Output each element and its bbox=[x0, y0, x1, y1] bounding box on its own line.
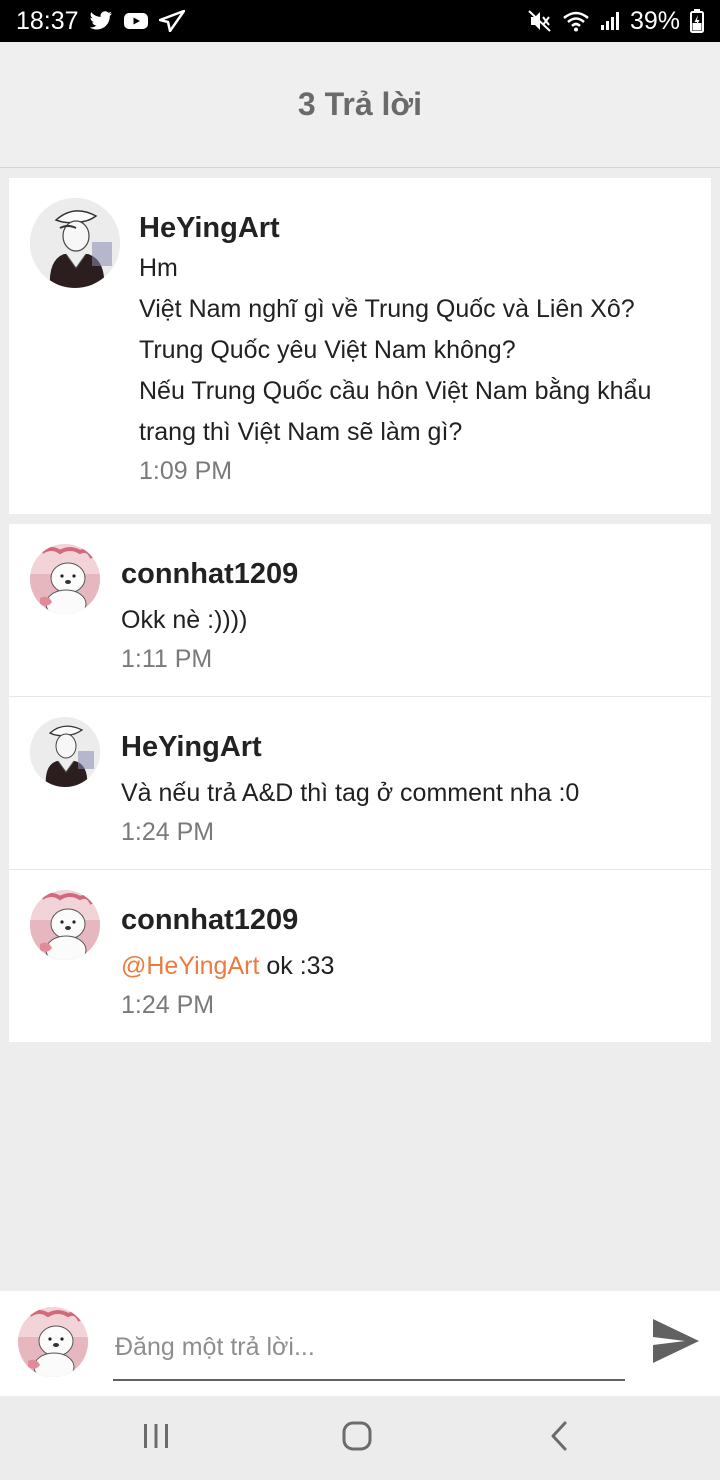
list-item: connhat1209 @HeYingArt ok :33 1:24 PM bbox=[9, 870, 711, 1043]
list-item: HeYingArt Và nếu trả A&D thì tag ở comme… bbox=[9, 697, 711, 870]
avatar[interactable] bbox=[30, 544, 100, 614]
send-arrow-icon bbox=[158, 10, 185, 32]
header: 3 Trả lời bbox=[0, 42, 720, 168]
avatar[interactable] bbox=[30, 198, 120, 288]
post-line: Hm bbox=[139, 254, 178, 282]
reply-text: Và nếu trả A&D thì tag ở comment nha :0 bbox=[121, 779, 580, 807]
post-author[interactable]: HeYingArt bbox=[139, 208, 697, 248]
recents-icon bbox=[142, 1422, 170, 1455]
mention-link[interactable]: @HeYingArt bbox=[121, 952, 259, 980]
page-title: 3 Trả lời bbox=[297, 86, 423, 122]
battery-icon bbox=[690, 9, 704, 33]
wifi-icon bbox=[562, 10, 590, 32]
reply-author[interactable]: HeYingArt bbox=[121, 727, 697, 767]
status-bar: 18:37 39% bbox=[0, 0, 720, 42]
list-item: connhat1209 Okk nè :)))) 1:11 PM bbox=[9, 524, 711, 697]
reply-composer bbox=[0, 1291, 720, 1396]
twitter-icon bbox=[89, 11, 113, 31]
reply-time: 1:24 PM bbox=[121, 991, 215, 1019]
post-content: Hm Việt Nam nghĩ gì về Trung Quốc và Liê… bbox=[139, 248, 697, 453]
recents-button[interactable] bbox=[131, 1416, 181, 1460]
original-post-card: HeYingArt Hm Việt Nam nghĩ gì về Trung Q… bbox=[9, 178, 711, 514]
reply-text: Okk nè :)))) bbox=[121, 606, 248, 634]
mute-icon bbox=[528, 10, 552, 32]
avatar[interactable] bbox=[30, 717, 100, 787]
status-time: 18:37 bbox=[16, 6, 79, 35]
reply-input[interactable] bbox=[113, 1315, 625, 1381]
home-button[interactable] bbox=[332, 1416, 382, 1460]
signal-icon bbox=[600, 11, 620, 31]
post-line: trang thì Việt Nam sẽ làm gì? bbox=[139, 418, 463, 446]
send-button[interactable] bbox=[646, 1315, 706, 1371]
avatar bbox=[18, 1307, 88, 1377]
youtube-icon bbox=[123, 11, 149, 31]
send-icon bbox=[651, 1317, 701, 1370]
reply-text: @HeYingArt ok :33 bbox=[121, 946, 697, 987]
reply-author[interactable]: connhat1209 bbox=[121, 554, 697, 594]
replies-list: connhat1209 Okk nè :)))) 1:11 PM HeYingA… bbox=[9, 524, 711, 1042]
reply-time: 1:24 PM bbox=[121, 818, 215, 846]
post-line: Việt Nam nghĩ gì về Trung Quốc và Liên X… bbox=[139, 295, 635, 323]
post-line: Trung Quốc yêu Việt Nam không? bbox=[139, 336, 516, 364]
reply-author[interactable]: connhat1209 bbox=[121, 900, 697, 940]
battery-percent: 39% bbox=[629, 6, 680, 35]
back-button[interactable] bbox=[534, 1416, 584, 1460]
reply-text-rest: ok :33 bbox=[259, 952, 335, 980]
avatar[interactable] bbox=[30, 890, 100, 960]
post-time: 1:09 PM bbox=[139, 457, 233, 485]
system-nav-bar bbox=[0, 1396, 720, 1480]
home-icon bbox=[341, 1420, 373, 1457]
post-line: Nếu Trung Quốc cầu hôn Việt Nam bằng khẩ… bbox=[139, 377, 652, 405]
back-icon bbox=[547, 1420, 571, 1457]
reply-time: 1:11 PM bbox=[121, 645, 213, 673]
